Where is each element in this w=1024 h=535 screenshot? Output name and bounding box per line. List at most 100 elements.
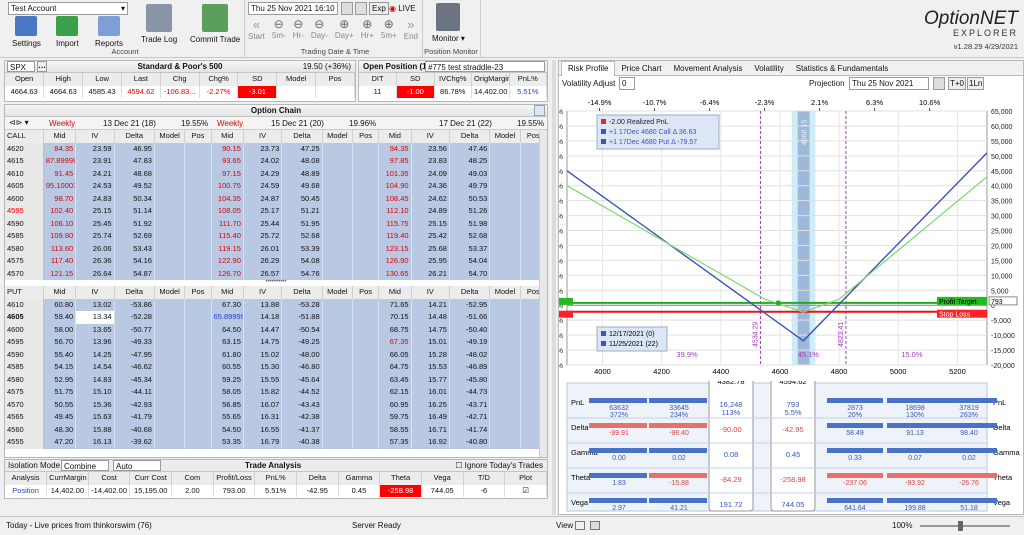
mid-price[interactable]: 63.15 — [211, 336, 244, 349]
mid-price[interactable]: 54.15 — [43, 361, 77, 374]
pos-value[interactable] — [184, 361, 212, 374]
tab-movement-analysis[interactable]: Movement Analysis — [667, 62, 748, 76]
mid-price[interactable]: 126.90 — [378, 255, 412, 268]
pos-value[interactable] — [184, 423, 212, 436]
pos-value[interactable] — [352, 361, 380, 374]
mid-price[interactable]: 63.45 — [378, 373, 412, 386]
pos-value[interactable] — [352, 323, 380, 336]
mid-price[interactable]: 55.40 — [43, 348, 77, 361]
position-select[interactable]: #775 test straddle-23 — [425, 61, 545, 72]
mid-price[interactable]: 60.95 — [378, 398, 412, 411]
tab-volatility[interactable]: Volatility — [748, 62, 789, 76]
start-button[interactable]: «Start — [248, 17, 265, 45]
mid-price[interactable]: 68.75 — [378, 323, 412, 336]
table-row[interactable]: 4590 106.10 25.45 51.92 111.70 25.44 51.95 115.… — [5, 217, 548, 230]
mid-price[interactable]: 64.75 — [378, 361, 412, 374]
pos-value[interactable] — [184, 411, 212, 424]
panel-splitter[interactable] — [552, 60, 556, 515]
table-row[interactable]: 4605 95.10001 24.53 49.52 100.75 24.59 49.68 10… — [5, 180, 548, 193]
mid-price[interactable]: 71.65 — [378, 298, 412, 311]
mid-price[interactable]: 60.55 — [211, 361, 244, 374]
mid-price[interactable]: 59.40 — [43, 311, 77, 324]
mid-price[interactable]: 113.60 — [43, 242, 77, 255]
mid-price[interactable]: 67.35 — [378, 336, 412, 349]
mid-price[interactable]: 121.15 — [43, 267, 77, 280]
pos-value[interactable] — [352, 255, 380, 268]
auto-select[interactable]: Auto — [113, 460, 161, 471]
pos-value[interactable] — [184, 348, 212, 361]
mid-price[interactable]: 111.70 — [211, 217, 244, 230]
pos-value[interactable] — [184, 217, 212, 230]
mid-price[interactable]: 57.35 — [378, 436, 412, 449]
table-row[interactable]: 4620 84.35 23.59 46.95 90.15 23.73 47.25 94.35 2… — [5, 142, 548, 155]
pos-value[interactable] — [352, 142, 380, 155]
search-icon[interactable] — [534, 105, 545, 116]
mid-price[interactable]: 101.35 — [378, 167, 412, 180]
end-button[interactable]: » End — [404, 17, 418, 45]
mid-price[interactable]: 102.40 — [43, 205, 77, 218]
pos-value[interactable] — [352, 230, 380, 243]
mid-price[interactable]: 104.90 — [378, 180, 412, 193]
mid-price[interactable]: 62.15 — [378, 386, 412, 399]
mid-price[interactable]: 115.75 — [378, 217, 412, 230]
expiry-date-0[interactable]: 13 Dec 21 (18) — [103, 119, 156, 128]
expiry-label-0[interactable]: Weekly — [49, 119, 75, 128]
expiry-date-2[interactable]: 17 Dec 21 (22) — [439, 119, 492, 128]
calendar2-icon[interactable] — [355, 2, 367, 15]
analysis-value-12[interactable]: ☑ — [504, 484, 547, 497]
mid-price[interactable]: 108.05 — [211, 205, 244, 218]
mid-price[interactable]: 97.85 — [378, 155, 412, 168]
zoom-handle[interactable] — [958, 521, 963, 531]
pos-value[interactable] — [352, 411, 380, 424]
mid-price[interactable]: 100.75 — [211, 180, 244, 193]
mid-price[interactable]: 48.30 — [43, 423, 77, 436]
mid-price[interactable]: 61.80 — [211, 348, 244, 361]
pos-value[interactable] — [352, 267, 380, 280]
pos-value[interactable] — [352, 311, 380, 324]
mid-price[interactable]: 65.89999 — [211, 311, 244, 324]
tab-risk-profile[interactable]: Risk Profile — [561, 61, 616, 76]
5m-plus-button[interactable]: ⊕ 5m+ — [381, 17, 397, 45]
table-row[interactable]: 4575 51.75 15.10 -44.11 58.05 15.82 -44.52 62.1… — [5, 386, 548, 399]
mid-price[interactable]: 87.89999 — [43, 155, 77, 168]
table-row[interactable]: 4590 55.40 14.25 -47.95 61.80 15.02 -48.00 66.0… — [5, 348, 548, 361]
tab-price-chart[interactable]: Price Chart — [615, 62, 667, 76]
mid-price[interactable]: 98.70 — [43, 192, 77, 205]
settings-button[interactable]: Settings — [12, 16, 41, 48]
mid-price[interactable]: 97.15 — [211, 167, 244, 180]
table-row[interactable]: 4615 87.89999 23.91 47.83 93.65 24.02 48.08 97.… — [5, 155, 548, 168]
mid-price[interactable]: 126.70 — [211, 267, 244, 280]
pos-value[interactable] — [184, 267, 212, 280]
pos-value[interactable] — [352, 192, 380, 205]
pos-value[interactable] — [184, 180, 212, 193]
hr-minus-button[interactable]: ⊖ Hr- — [293, 17, 304, 45]
pos-value[interactable] — [352, 298, 380, 311]
pos-value[interactable] — [352, 348, 380, 361]
account-select[interactable]: Test Account ▾ — [8, 2, 128, 15]
mid-price[interactable]: 49.45 — [43, 411, 77, 424]
mid-price[interactable]: 117.40 — [43, 255, 77, 268]
live-indicator[interactable]: ◉ LIVE — [389, 2, 416, 15]
isolation-select[interactable]: Combine — [61, 460, 109, 471]
table-row[interactable]: 4605 59.40 13.34 -52.28 65.89999 14.18 -51.88 7… — [5, 311, 548, 324]
pos-value[interactable] — [184, 167, 212, 180]
mid-price[interactable]: 123.15 — [378, 242, 412, 255]
pos-value[interactable] — [184, 436, 212, 449]
pos-value[interactable] — [352, 217, 380, 230]
vol-adjust-input[interactable]: 0 — [619, 77, 635, 90]
mid-price[interactable]: 53.35 — [211, 436, 244, 449]
pos-value[interactable] — [184, 298, 212, 311]
mid-price[interactable]: 104.35 — [211, 192, 244, 205]
pos-value[interactable] — [352, 336, 380, 349]
symbol-input[interactable]: SPX — [7, 61, 35, 72]
mid-price[interactable]: 54.50 — [211, 423, 244, 436]
pos-value[interactable] — [352, 180, 380, 193]
trade-log-button[interactable]: Trade Log — [141, 4, 177, 44]
mid-price[interactable]: 108.45 — [378, 192, 412, 205]
grid-icon[interactable] — [575, 521, 585, 530]
mid-price[interactable]: 130.65 — [378, 267, 412, 280]
pos-value[interactable] — [352, 155, 380, 168]
mid-price[interactable]: 60.80 — [43, 298, 77, 311]
mid-price[interactable]: 51.75 — [43, 386, 77, 399]
mid-price[interactable]: 115.40 — [211, 230, 244, 243]
